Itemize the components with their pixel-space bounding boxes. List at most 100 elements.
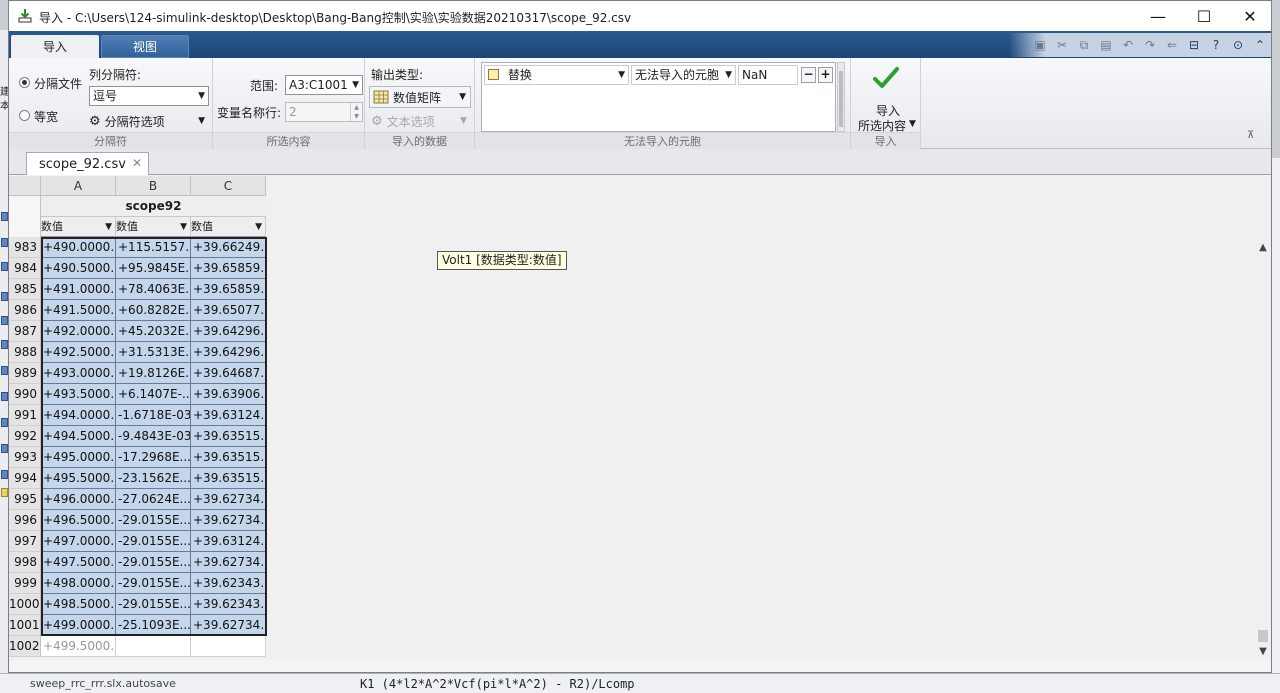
file-tab-scope-92[interactable]: scope_92.csv ✕ [26,152,149,175]
varname-row-stepper[interactable]: 2 ▲ ▼ [285,102,363,122]
undo-icon[interactable]: ↶ [1117,35,1139,55]
scroll-thumb[interactable] [1258,630,1268,642]
data-cell[interactable]: +490.5000... [41,258,116,279]
stepper-down-icon[interactable]: ▼ [350,112,362,121]
data-cell[interactable]: +496.5000... [41,510,116,531]
data-cell[interactable]: +493.5000... [41,384,116,405]
data-cell[interactable]: +497.0000... [41,531,116,552]
rule-action-select[interactable]: 替换 ▼ [484,65,629,85]
rule-value-input[interactable]: NaN [738,65,798,85]
data-cell[interactable]: +490.0000... [41,237,116,258]
data-cell[interactable]: +39.65859... [191,258,266,279]
data-cell[interactable]: +495.0000... [41,447,116,468]
data-cell[interactable]: +494.0000... [41,405,116,426]
data-cell[interactable]: +39.64296... [191,342,266,363]
column-type-b[interactable]: 数值 ▼ [116,217,191,237]
data-cell[interactable]: +39.63906... [191,384,266,405]
window-layout-icon[interactable]: ⊟ [1183,35,1205,55]
output-type-select[interactable]: 数值矩阵 ▼ [369,86,471,108]
maximize-button[interactable]: ☐ [1181,1,1227,31]
minimize-ribbon-icon[interactable]: ⌃ [1249,35,1271,55]
data-cell[interactable]: +39.62734... [191,552,266,573]
data-cell[interactable]: +39.63515... [191,468,266,489]
scroll-up-icon[interactable]: ▲ [1255,240,1271,256]
data-cell[interactable]: +497.5000... [41,552,116,573]
data-cell[interactable]: +493.0000... [41,363,116,384]
remove-rule-button[interactable]: − [801,67,816,83]
data-cell[interactable]: +494.5000... [41,426,116,447]
data-cell[interactable]: +39.62343... [191,594,266,615]
close-button[interactable]: ✕ [1227,1,1273,31]
stepper-up-icon[interactable]: ▲ [350,103,362,112]
data-cell[interactable]: +60.8282E... [116,300,191,321]
column-type-a[interactable]: 数值 ▼ [41,217,116,237]
minimize-button[interactable]: — [1135,1,1181,31]
data-cell[interactable]: +39.63124... [191,531,266,552]
close-tab-icon[interactable]: ✕ [132,156,142,170]
import-selection-button[interactable]: 导入 所选内容 ▼ [855,62,917,133]
paste-icon[interactable]: ▤ [1095,35,1117,55]
back-icon[interactable]: ⇐ [1161,35,1183,55]
column-type-c[interactable]: 数值 ▼ [191,217,266,237]
data-cell[interactable]: +495.5000... [41,468,116,489]
excluded-cell[interactable] [116,636,191,657]
data-cell[interactable]: +39.62343... [191,573,266,594]
data-cell[interactable]: +491.0000... [41,279,116,300]
rules-scrollbar[interactable] [837,62,845,132]
fixed-width-radio[interactable] [19,110,30,121]
data-cell[interactable]: -29.0155E... [116,552,191,573]
help-icon[interactable]: ? [1205,35,1227,55]
data-cell[interactable]: +39.65859... [191,279,266,300]
data-cell[interactable]: +492.5000... [41,342,116,363]
redo-icon[interactable]: ↷ [1139,35,1161,55]
text-options-button[interactable]: ⚙ 文本选项 ▼ [371,110,471,132]
add-rule-button[interactable]: + [818,67,833,83]
data-cell[interactable]: +498.0000... [41,573,116,594]
data-cell[interactable]: -9.4843E-03 [116,426,191,447]
data-cell[interactable]: +492.0000... [41,321,116,342]
column-header-a[interactable]: A [41,176,116,196]
delimited-radio[interactable] [19,77,30,88]
tab-import[interactable]: 导入 [11,35,99,58]
data-cell[interactable]: -17.2968E... [116,447,191,468]
data-cell[interactable]: -29.0155E... [116,510,191,531]
save-icon[interactable]: ▣ [1029,35,1051,55]
data-cell[interactable]: +499.0000... [41,615,116,636]
range-input[interactable]: A3:C1001 ▼ [285,75,363,95]
data-cell[interactable]: +39.62734... [191,489,266,510]
tab-view[interactable]: 视图 [101,35,189,58]
data-cell[interactable]: -29.0155E... [116,594,191,615]
data-cell[interactable]: +498.5000... [41,594,116,615]
data-cell[interactable]: -25.1093E... [116,615,191,636]
data-cell[interactable]: +39.66249... [191,237,266,258]
data-cell[interactable]: -1.6718E-03 [116,405,191,426]
data-cell[interactable]: +39.63515... [191,426,266,447]
data-cell[interactable]: +39.62734... [191,615,266,636]
cut-icon[interactable]: ✂ [1051,35,1073,55]
excluded-cell[interactable]: +499.5000... [41,636,116,657]
data-cell[interactable]: +39.63515... [191,447,266,468]
data-cell[interactable]: +19.8126E... [116,363,191,384]
data-cell[interactable]: -29.0155E... [116,531,191,552]
data-cell[interactable]: +115.5157... [116,237,191,258]
delimiter-options-button[interactable]: ⚙ 分隔符选项 ▼ [89,110,209,132]
data-cell[interactable]: +31.5313E... [116,342,191,363]
data-cell[interactable]: -29.0155E... [116,573,191,594]
options-icon[interactable]: ⊙ [1227,35,1249,55]
data-cell[interactable]: +39.65077... [191,300,266,321]
data-cell[interactable]: +496.0000... [41,489,116,510]
data-cell[interactable]: +39.63124... [191,405,266,426]
data-cell[interactable]: +78.4063E... [116,279,191,300]
data-cell[interactable]: +39.64687... [191,363,266,384]
data-cell[interactable]: +39.62734... [191,510,266,531]
copy-icon[interactable]: ⧉ [1073,35,1095,55]
collapse-ribbon-icon[interactable]: ⊼ [1247,130,1254,141]
data-cell[interactable]: +45.2032E... [116,321,191,342]
data-cell[interactable]: +95.9845E... [116,258,191,279]
column-header-c[interactable]: C [191,176,266,196]
data-cell[interactable]: -27.0624E... [116,489,191,510]
scroll-down-icon[interactable]: ▼ [1255,644,1271,660]
vertical-scrollbar[interactable]: ▲ ▼ [1255,240,1271,660]
data-cell[interactable]: -23.1562E... [116,468,191,489]
excluded-cell[interactable] [191,636,266,657]
